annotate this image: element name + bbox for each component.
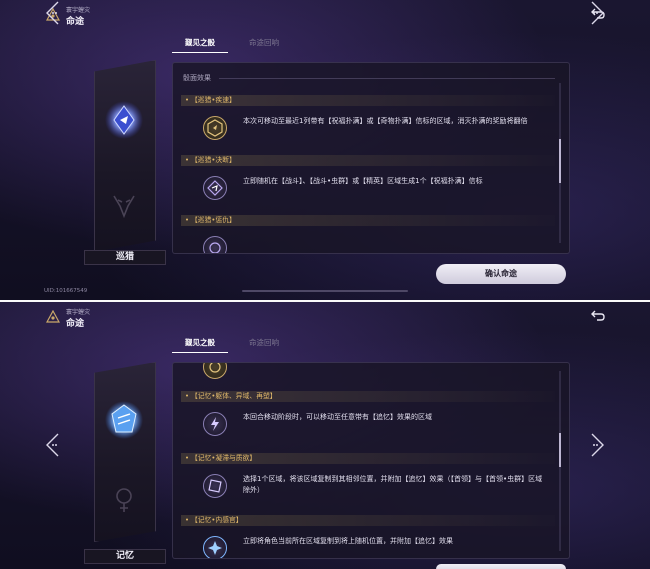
top-bar: 寰宇蝗灾 命途 bbox=[0, 0, 650, 30]
effect-description: 选择1个区域，将该区域复制到其相邻位置，并附加【追忆】效果（【首领】与【首领•虫… bbox=[243, 475, 543, 494]
tab-dice[interactable]: 觐见之骰 bbox=[172, 34, 228, 53]
swarm-logo-icon bbox=[45, 309, 61, 324]
hunt-path-screen: 寰宇蝗灾 命途 觐见之骰 命途回响 巡猎 骰面效果 【巡猎•疾速】 bbox=[0, 0, 650, 300]
effect-description: 立即随机在【战斗】、【战斗•虫群】或【精英】区域生成1个【祝福扑满】信标 bbox=[243, 177, 483, 185]
path-name-label: 记忆 bbox=[84, 549, 166, 564]
next-path-button[interactable] bbox=[588, 432, 606, 458]
scrollbar-thumb[interactable] bbox=[559, 139, 561, 183]
gold-hexagon-icon bbox=[203, 116, 227, 140]
tab-dice[interactable]: 觐见之骰 bbox=[172, 334, 228, 353]
memory-path-screen: 寰宇蝗灾 命途 觐见之骰 命途回响 记忆 • 【记忆•躯体、异域、再塑】 本回合… bbox=[0, 302, 650, 569]
top-bar: 寰宇蝗灾 命途 bbox=[0, 302, 650, 332]
gold-circle-icon bbox=[203, 363, 227, 379]
antler-emblem-icon bbox=[108, 190, 140, 222]
effect-title: 【记忆•凝滞与质欲】 bbox=[181, 453, 555, 464]
section-title: 骰面效果 bbox=[183, 74, 211, 82]
path-card bbox=[94, 60, 156, 252]
effects-panel: 【记忆•躯体、异域、再塑】 本回合移动阶段时，可以移动至任意带有【追忆】效果的区… bbox=[172, 362, 570, 559]
page-indicator bbox=[242, 290, 408, 292]
effect-title: 【记忆•躯体、异域、再塑】 bbox=[181, 391, 555, 402]
prev-path-button[interactable] bbox=[44, 432, 62, 458]
memory-emblem-icon bbox=[108, 482, 140, 514]
effects-panel: 骰面效果 【巡猎•疾速】 本次可移动至最近1列带有【祝福扑满】或【奇物扑满】信标… bbox=[172, 62, 570, 254]
path-card bbox=[94, 362, 156, 542]
purple-circle-icon bbox=[203, 236, 227, 253]
effect-item-partial bbox=[181, 363, 555, 391]
page-title: 命途 bbox=[66, 17, 85, 27]
effect-item: 【巡猎•疾速】 本次可移动至最近1列带有【祝福扑满】或【奇物扑满】信标的区域，消… bbox=[181, 95, 555, 152]
scrollbar-thumb[interactable] bbox=[559, 433, 561, 467]
effect-item: 【巡猎•决断】 立即随机在【战斗】、【战斗•虫群】或【精英】区域生成1个【祝福扑… bbox=[181, 155, 555, 212]
effect-description: 本次可移动至最近1列带有【祝福扑满】或【奇物扑满】信标的区域，消灭扑满的奖励将翻… bbox=[243, 117, 528, 125]
prev-path-button[interactable] bbox=[44, 0, 62, 26]
effect-item: 【记忆•内感官】 立即将角色当前所在区域复制到将上随机位置，并附加【追忆】效果 bbox=[181, 515, 555, 558]
effect-title: 【巡猎•疾速】 bbox=[181, 95, 555, 106]
effect-item: 【记忆•躯体、异域、再塑】 本回合移动阶段时，可以移动至任意带有【追忆】效果的区… bbox=[181, 391, 555, 448]
tab-echo[interactable]: 命途回响 bbox=[236, 34, 292, 52]
blue-star-icon bbox=[203, 536, 227, 558]
effect-title: 【巡猎•决断】 bbox=[181, 155, 555, 166]
app-subtitle: 寰宇蝗灾 bbox=[66, 309, 91, 316]
purple-square-icon bbox=[203, 474, 227, 498]
uid-label: UID:101667549 bbox=[44, 288, 88, 294]
memory-dice-icon bbox=[104, 400, 144, 440]
section-divider bbox=[219, 78, 555, 79]
back-icon[interactable] bbox=[590, 308, 606, 324]
confirm-path-button[interactable]: 确认命途 bbox=[436, 264, 566, 284]
page-title: 命途 bbox=[66, 319, 85, 329]
app-subtitle: 寰宇蝗灾 bbox=[66, 7, 91, 14]
effect-description: 本回合移动阶段时，可以移动至任意带有【追忆】效果的区域 bbox=[243, 413, 432, 421]
effect-title: 【巡猎•惩仇】 bbox=[181, 215, 555, 226]
tab-echo[interactable]: 命途回响 bbox=[236, 334, 292, 352]
effect-item: 【记忆•凝滞与质欲】 选择1个区域，将该区域复制到其相邻位置，并附加【追忆】效果… bbox=[181, 453, 555, 510]
effect-description: 立即将角色当前所在区域复制到将上随机位置，并附加【追忆】效果 bbox=[243, 537, 453, 545]
next-path-button[interactable] bbox=[588, 0, 606, 26]
effect-item: 【巡猎•惩仇】 bbox=[181, 215, 555, 253]
hunt-dice-icon bbox=[104, 100, 144, 140]
purple-lightning-icon bbox=[203, 412, 227, 436]
purple-arrow-icon bbox=[203, 176, 227, 200]
confirm-path-button[interactable] bbox=[436, 564, 566, 569]
path-name-label: 巡猎 bbox=[84, 250, 166, 265]
effect-title: 【记忆•内感官】 bbox=[181, 515, 555, 526]
